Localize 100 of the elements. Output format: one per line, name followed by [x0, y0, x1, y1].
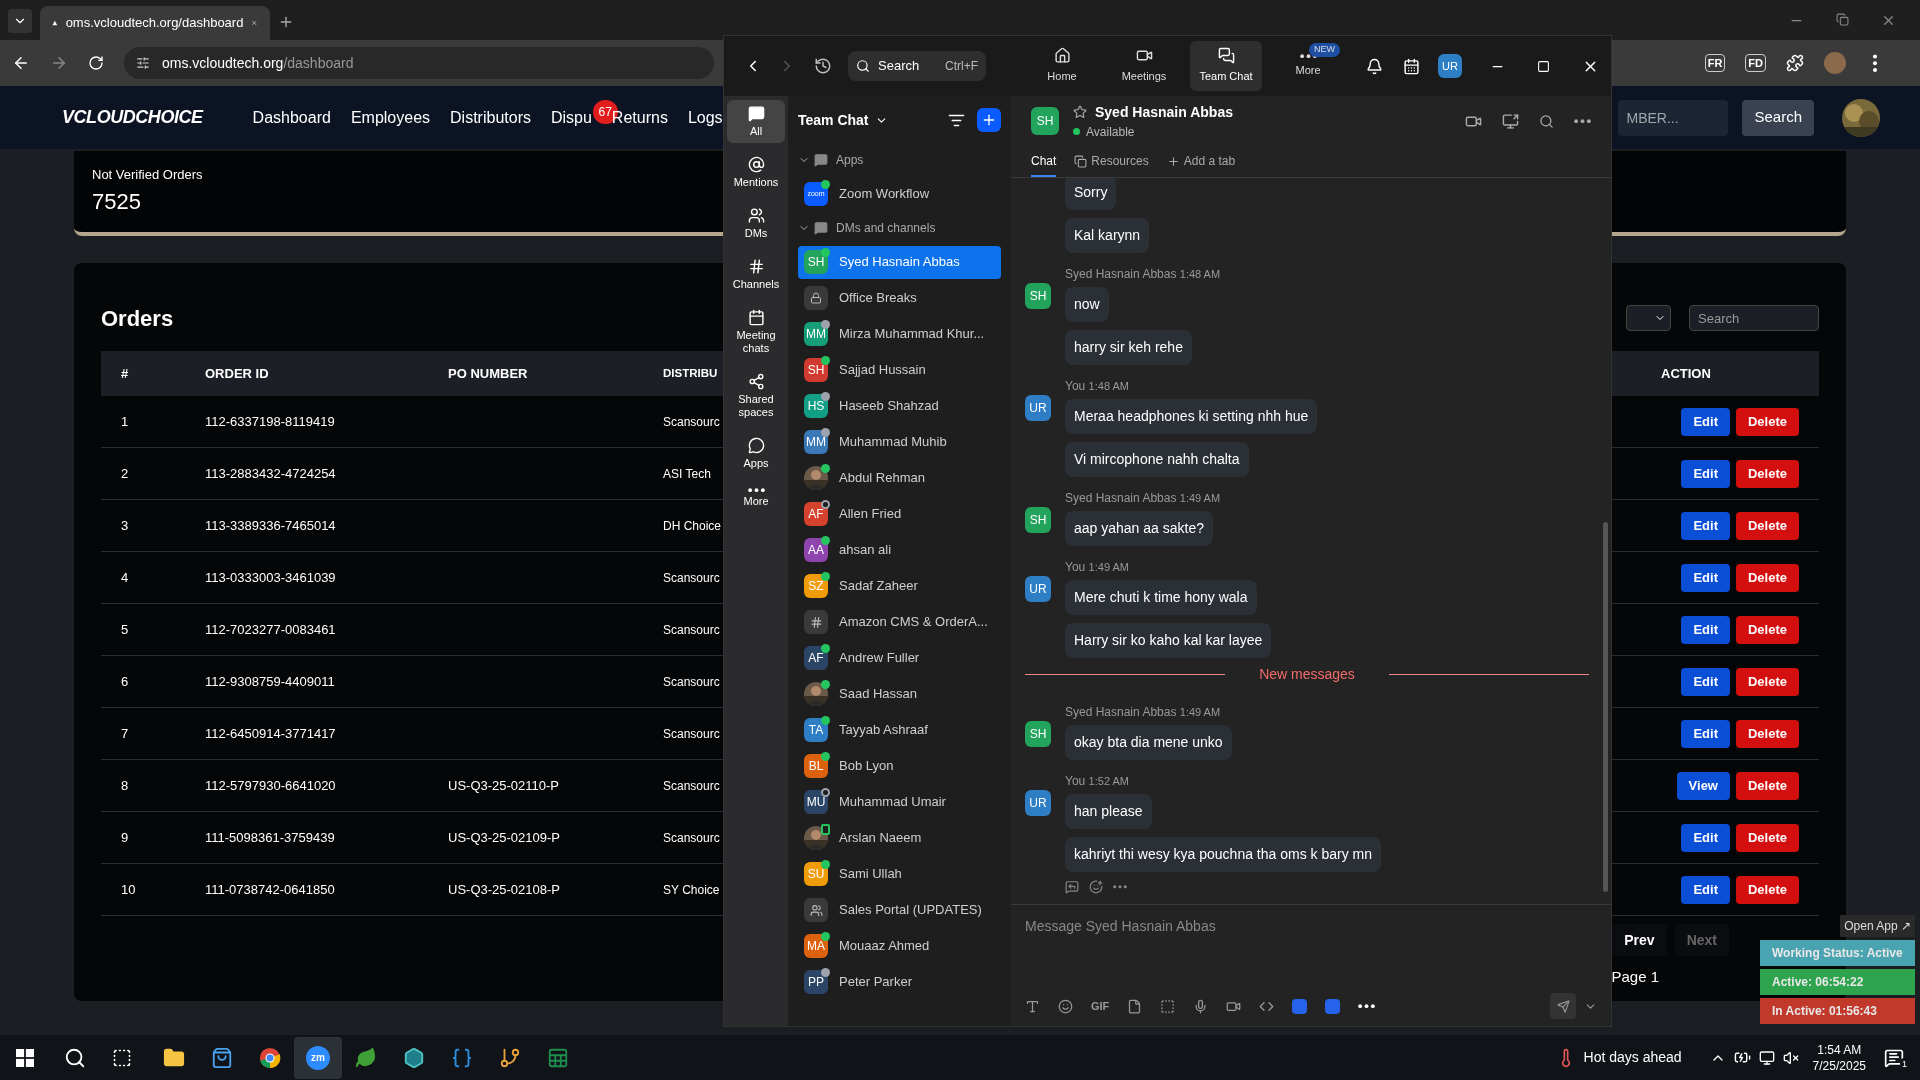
folder-icon[interactable] [163, 1046, 185, 1069]
chat-tab[interactable]: Add a tab [1166, 147, 1236, 177]
spreadsheet-icon[interactable] [547, 1046, 569, 1069]
contact-item[interactable]: MA Mouaaz Ahmed [798, 929, 1001, 963]
contact-item[interactable]: PP Peter Parker [798, 965, 1001, 999]
windows-icon[interactable] [16, 1048, 34, 1067]
open-app-button[interactable]: Open App ↗ [1840, 915, 1915, 937]
section-header[interactable]: Apps [798, 144, 1001, 176]
add-button[interactable] [977, 108, 1001, 132]
contact-item[interactable]: Saad Hassan [798, 677, 1001, 711]
action-button[interactable]: Edit [1681, 875, 1730, 904]
reload-icon[interactable] [88, 55, 104, 71]
send-button[interactable] [1550, 993, 1576, 1019]
history-icon[interactable] [814, 57, 832, 75]
search-field[interactable]: Search [1689, 305, 1819, 331]
contact-item[interactable]: MM Muhammad Muhib [798, 425, 1001, 459]
search-button[interactable]: Search [1742, 99, 1814, 136]
mic-icon[interactable] [1193, 998, 1209, 1014]
action-button[interactable]: Edit [1681, 459, 1730, 488]
code-editor-icon[interactable] [451, 1046, 473, 1069]
bell-icon[interactable] [1366, 57, 1383, 75]
contact-item[interactable]: MU Muhammad Umair [798, 785, 1001, 819]
rail-item[interactable]: Channels [727, 253, 785, 296]
menu-icon[interactable] [1872, 54, 1878, 72]
delete-button[interactable]: Delete [1735, 771, 1799, 800]
extension-icon[interactable]: FR [1704, 53, 1726, 73]
delete-button[interactable]: Delete [1735, 667, 1799, 696]
extension-icon[interactable]: FD [1745, 53, 1766, 73]
extensions-icon[interactable] [1786, 54, 1804, 72]
delete-button[interactable]: Delete [1735, 563, 1799, 592]
rail-item[interactable]: All [727, 100, 785, 143]
contact-item[interactable]: AA ahsan ali [798, 533, 1001, 567]
action-button[interactable]: Edit [1681, 563, 1730, 592]
restore-icon[interactable] [1836, 13, 1849, 26]
add-reaction-icon[interactable] [1089, 880, 1103, 894]
action-button[interactable]: Edit [1681, 667, 1730, 696]
git-icon[interactable] [499, 1046, 521, 1069]
search-icon[interactable] [1539, 113, 1554, 129]
app-icon[interactable] [1325, 998, 1341, 1014]
delete-button[interactable]: Delete [1735, 615, 1799, 644]
maximize-icon[interactable] [1537, 59, 1550, 73]
screen-share-icon[interactable] [1502, 112, 1519, 130]
action-button[interactable]: Edit [1681, 615, 1730, 644]
delete-button[interactable]: Delete [1735, 823, 1799, 852]
notifications-icon[interactable] [1884, 1047, 1904, 1068]
forward-icon[interactable] [50, 54, 68, 72]
nav-link[interactable]: Returns [611, 105, 668, 130]
emoji-icon[interactable] [1058, 998, 1073, 1014]
delete-button[interactable]: Delete [1735, 511, 1799, 540]
mute-icon[interactable] [1782, 1049, 1799, 1066]
address-field[interactable]: oms.vcloudtech.org/dashboard [124, 47, 714, 79]
more-icon[interactable] [1358, 1003, 1376, 1009]
hexagon-icon[interactable] [403, 1046, 425, 1069]
browser-icon[interactable] [259, 1046, 281, 1069]
panel-title[interactable]: Team Chat [798, 109, 869, 131]
delete-button[interactable]: Delete [1735, 459, 1799, 488]
reply-icon[interactable] [1065, 880, 1079, 894]
network-icon[interactable] [1758, 1049, 1775, 1066]
format-icon[interactable] [1025, 998, 1040, 1014]
contact-item[interactable]: Arslan Naeem [798, 821, 1001, 855]
contact-item[interactable]: TA Tayyab Ashraaf [798, 713, 1001, 747]
screenshot-icon[interactable] [1160, 998, 1176, 1014]
nav-link[interactable]: Distributors [450, 105, 531, 130]
delete-button[interactable]: Delete [1735, 407, 1799, 436]
contact-item[interactable]: Abdul Rehman [798, 461, 1001, 495]
message-field[interactable]: Message Syed Hasnain Abbas [1025, 909, 1597, 943]
rail-item[interactable]: Mentions [727, 151, 785, 194]
user-avatar[interactable]: UR [1438, 54, 1462, 78]
nav-tab[interactable]: Home [1026, 41, 1098, 91]
rail-item[interactable]: Apps [727, 432, 785, 475]
more-icon[interactable] [1574, 118, 1591, 124]
chat-tab[interactable]: Chat [1031, 147, 1057, 177]
contact-item[interactable]: Sales Portal (UPDATES) [798, 893, 1001, 927]
nav-tab[interactable]: NEW More [1272, 41, 1344, 91]
delete-button[interactable]: Delete [1735, 719, 1799, 748]
back-icon[interactable] [12, 54, 30, 72]
browser-tab[interactable]: oms.vcloudtech.org/dashboard [40, 6, 270, 40]
search-icon[interactable] [64, 1046, 86, 1069]
contact-item[interactable]: SZ Sadaf Zaheer [798, 569, 1001, 603]
rail-item[interactable]: More [727, 483, 785, 514]
action-button[interactable]: Edit [1681, 823, 1730, 852]
action-button[interactable]: Edit [1681, 511, 1730, 540]
prev-button[interactable]: Prev [1612, 924, 1667, 956]
contact-item[interactable]: AF Andrew Fuller [798, 641, 1001, 675]
contact-item[interactable]: MM Mirza Muhammad Khur... [798, 317, 1001, 351]
contact-item[interactable]: SH Sajjad Hussain [798, 353, 1001, 387]
store-bag-icon[interactable] [211, 1046, 233, 1069]
contact-item[interactable]: SU Sami Ullah [798, 857, 1001, 891]
contact-item[interactable]: Amazon CMS & OrderA... [798, 605, 1001, 639]
action-button[interactable]: Edit [1681, 407, 1730, 436]
nav-link[interactable]: Logs [687, 105, 723, 130]
new-tab-icon[interactable] [278, 14, 294, 30]
nav-link[interactable]: Employees [350, 105, 431, 130]
file-icon[interactable] [1127, 998, 1143, 1014]
nav-tab[interactable]: Team Chat [1190, 41, 1262, 91]
star-icon[interactable] [1073, 105, 1087, 119]
site-settings-icon[interactable] [136, 56, 150, 70]
action-button[interactable]: Edit [1681, 719, 1730, 748]
nav-tab[interactable]: Meetings [1108, 41, 1180, 91]
leaf-icon[interactable] [355, 1046, 377, 1069]
